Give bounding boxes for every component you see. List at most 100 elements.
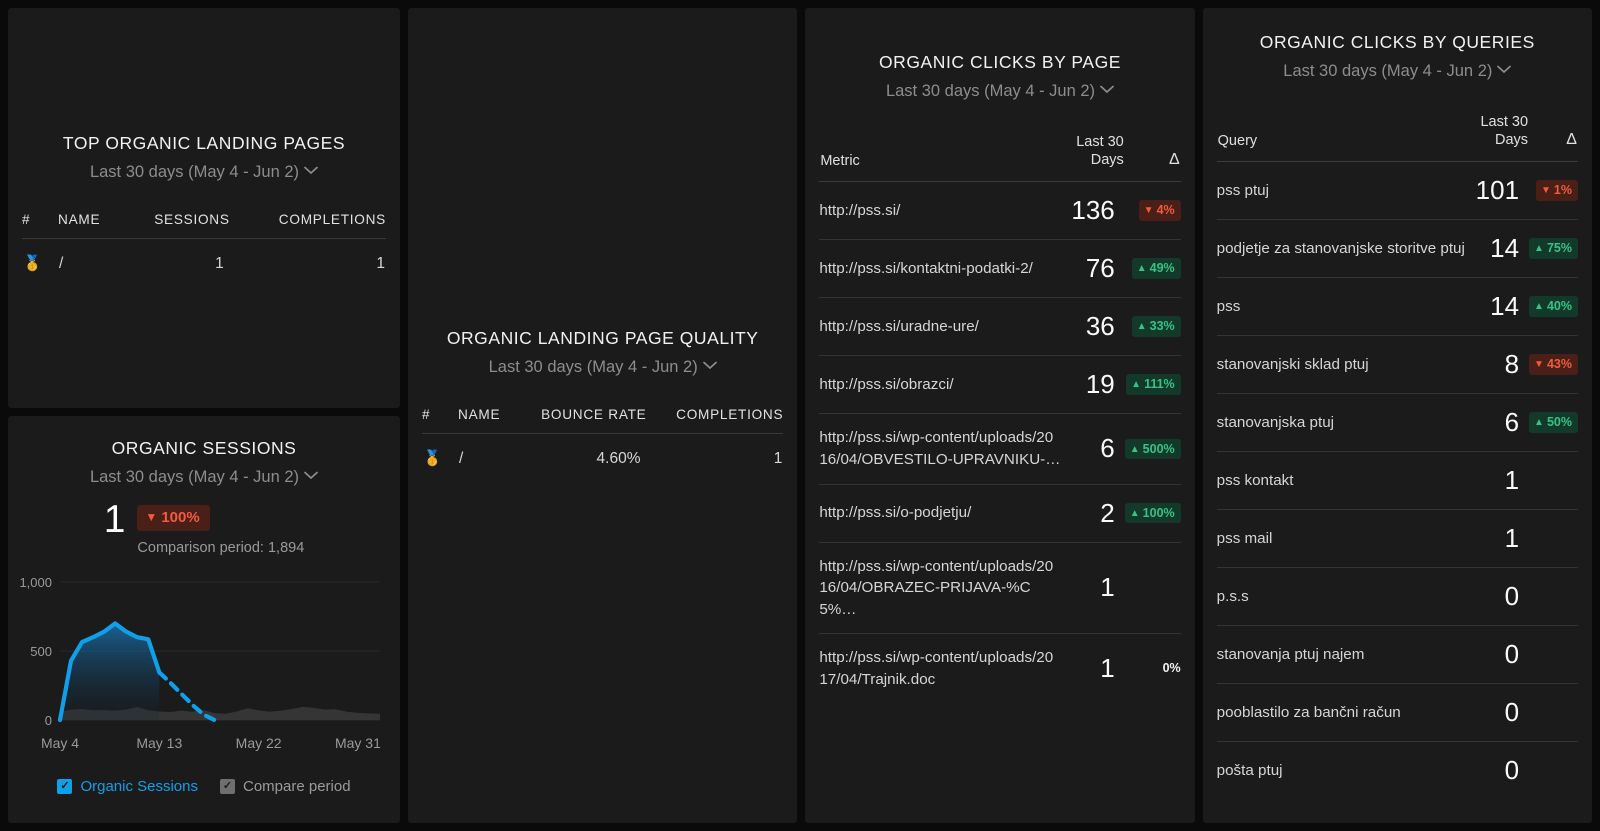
cell-label: http://pss.si/kontaktni-podatki-2/ [819, 239, 1072, 299]
cell-label: pss kontakt [1216, 451, 1476, 511]
date-range-selector-landing-pages[interactable]: Last 30 days (May 4 - Jun 2) [22, 163, 386, 182]
table-row[interactable]: pss mail 1 [1216, 509, 1578, 569]
checkbox-checked-icon[interactable]: ✓ [220, 779, 235, 794]
cell-delta: ▲ 49% [1124, 239, 1181, 299]
cell-label: http://pss.si/wp-content/uploads/2017/04… [819, 649, 1054, 688]
cell-delta: ▼ 1% [1529, 161, 1578, 221]
col-header-last-30-days: Last 30 Days [1071, 133, 1125, 183]
date-range-label: Last 30 days (May 4 - Jun 2) [1283, 62, 1493, 80]
cell-value: 8 [1475, 335, 1530, 395]
table-row[interactable]: pooblastilo za bančni račun 0 [1216, 683, 1578, 743]
delta-badge-up: ▲ 500% [1124, 438, 1181, 460]
table-row[interactable]: http://pss.si/uradne-ure/36 ▲ 33% [819, 297, 1181, 357]
col-header-name: NAME [58, 212, 120, 239]
arrow-up-icon: ▲ [1129, 443, 1140, 455]
arrow-down-icon: ▼ [1143, 205, 1154, 217]
kpi-delta-badge: ▼ 100% [137, 505, 210, 531]
table-row[interactable]: podjetje za stanovanjske storitve ptuj 14… [1216, 219, 1578, 279]
date-range-selector-clicks-by-queries[interactable]: Last 30 days (May 4 - Jun 2) [1217, 62, 1578, 81]
cell-value: 14 [1475, 219, 1530, 279]
chevron-down-icon[interactable] [1100, 85, 1114, 94]
cell-delta [1529, 451, 1578, 511]
delta-value: 43% [1546, 357, 1572, 372]
table-row[interactable]: http://pss.si/obrazci/19 ▲ 111% [819, 355, 1181, 415]
cell-value: 76 [1071, 239, 1125, 299]
delta-badge-up: ▲ 33% [1131, 316, 1181, 338]
col-header-sessions: SESSIONS [119, 212, 230, 239]
kpi-delta-value: 100% [161, 509, 200, 526]
chevron-down-icon[interactable] [304, 471, 318, 480]
table-row[interactable]: stanovanja ptuj najem 0 [1216, 625, 1578, 685]
y-axis-tick-label: 0 [45, 713, 52, 728]
cell-label: p.s.s [1216, 567, 1476, 627]
cell-value: 101 [1475, 161, 1530, 221]
checkbox-checked-icon[interactable]: ✓ [57, 779, 73, 794]
cell-delta [1529, 742, 1578, 800]
delta-badge-down: ▼ 4% [1138, 200, 1181, 222]
table-row[interactable]: http://pss.si/wp-content/uploads/2016/04… [819, 542, 1181, 635]
cell-value: 19 [1071, 355, 1125, 415]
card-title-organic-sessions: ORGANIC SESSIONS [111, 438, 297, 458]
legend-label: Organic Sessions [80, 778, 198, 795]
date-range-selector-organic-sessions[interactable]: Last 30 days (May 4 - Jun 2) [22, 468, 386, 487]
date-range-label: Last 30 days (May 4 - Jun 2) [885, 82, 1096, 100]
dashboard: TOP ORGANIC LANDING PAGES Last 30 days (… [0, 0, 1600, 831]
table-row[interactable]: pss kontakt 1 [1216, 451, 1578, 511]
table-row[interactable]: http://pss.si/wp-content/uploads/2016/04… [819, 413, 1181, 485]
table-row[interactable]: pošta ptuj 0 [1217, 742, 1578, 800]
table-row[interactable]: http://pss.si/136 ▼ 4% [819, 181, 1181, 241]
cell-value: 1 [1475, 509, 1530, 569]
delta-badge-up: ▲ 111% [1126, 374, 1181, 396]
y-axis-tick-label: 500 [30, 644, 52, 659]
table-row[interactable]: 🥇 / 1 1 [22, 239, 386, 275]
dashboard-column-2: ORGANIC LANDING PAGE QUALITY Last 30 day… [408, 8, 798, 831]
cell-delta: ▲ 100% [1124, 484, 1181, 543]
kpi-value: 1 [103, 498, 126, 541]
delta-badge-down: ▼ 1% [1536, 180, 1578, 202]
cell-delta [1124, 542, 1181, 635]
cell-delta: 0% [1125, 634, 1181, 704]
chevron-down-icon[interactable] [702, 361, 717, 370]
arrow-up-icon: ▲ [1131, 379, 1142, 391]
cell-delta: ▲ 500% [1124, 413, 1181, 485]
date-range-selector-quality[interactable]: Last 30 days (May 4 - Jun 2) [422, 358, 783, 377]
cell-delta [1529, 509, 1578, 569]
table-row[interactable]: 🥇 / 4.60% 1 [422, 434, 783, 470]
delta-badge-up: ▲ 100% [1124, 502, 1181, 524]
table-row[interactable]: http://pss.si/kontaktni-podatki-2/76 ▲ 49% [819, 239, 1181, 299]
card-organic-landing-page-quality: ORGANIC LANDING PAGE QUALITY Last 30 day… [408, 8, 798, 823]
cell-label: http://pss.si/wp-content/uploads/2016/04… [819, 542, 1072, 635]
cell-name: / [59, 254, 64, 272]
arrow-up-icon: ▲ [1136, 263, 1147, 275]
arrow-down-icon: ▼ [145, 510, 158, 524]
legend-item-organic-sessions[interactable]: ✓ Organic Sessions [57, 778, 198, 795]
cell-value: 0 [1475, 683, 1530, 743]
kpi-comparison-text: Comparison period: 1,894 [137, 540, 305, 556]
col-header-completions: COMPLETIONS [646, 407, 784, 434]
card-title-clicks-by-queries: ORGANIC CLICKS BY QUERIES [1259, 32, 1535, 52]
legend-item-compare-period[interactable]: ✓ Compare period [220, 778, 351, 795]
chevron-down-icon[interactable] [304, 166, 318, 175]
x-axis-tick-label: May 4 [41, 735, 79, 751]
table-row[interactable]: stanovanjska ptuj 6 ▲ 50% [1216, 393, 1578, 453]
date-range-label: Last 30 days (May 4 - Jun 2) [89, 468, 300, 486]
cell-label: stanovanjska ptuj [1216, 393, 1476, 453]
cell-value: 0 [1475, 567, 1530, 627]
table-row[interactable]: http://pss.si/wp-content/uploads/2017/04… [819, 634, 1180, 704]
cell-delta: ▲ 33% [1124, 297, 1181, 357]
table-body-clicks-by-page: http://pss.si/136 ▼ 4% http://pss.si/kontak… [819, 181, 1181, 704]
table-row[interactable]: p.s.s 0 [1216, 567, 1578, 627]
y-axis-tick-label: 1,000 [19, 575, 52, 590]
date-range-selector-clicks-by-page[interactable]: Last 30 days (May 4 - Jun 2) [819, 82, 1180, 101]
card-organic-clicks-by-queries: ORGANIC CLICKS BY QUERIES Last 30 days (… [1202, 8, 1592, 823]
table-row[interactable]: pss ptuj 101 ▼ 1% [1216, 161, 1578, 221]
cell-label: http://pss.si/o-podjetju/ [819, 484, 1072, 543]
dashboard-column-3: ORGANIC CLICKS BY PAGE Last 30 days (May… [805, 8, 1195, 831]
chevron-down-icon[interactable] [1497, 65, 1512, 74]
x-axis-tick-label: May 22 [236, 735, 282, 751]
col-header-line2: Days [1495, 131, 1529, 148]
table-row[interactable]: http://pss.si/o-podjetju/2 ▲ 100% [819, 484, 1181, 543]
table-row[interactable]: pss 14 ▲ 40% [1216, 277, 1578, 337]
cell-completions: 1 [773, 449, 783, 467]
table-row[interactable]: stanovanjski sklad ptuj 8 ▼ 43% [1216, 335, 1578, 395]
